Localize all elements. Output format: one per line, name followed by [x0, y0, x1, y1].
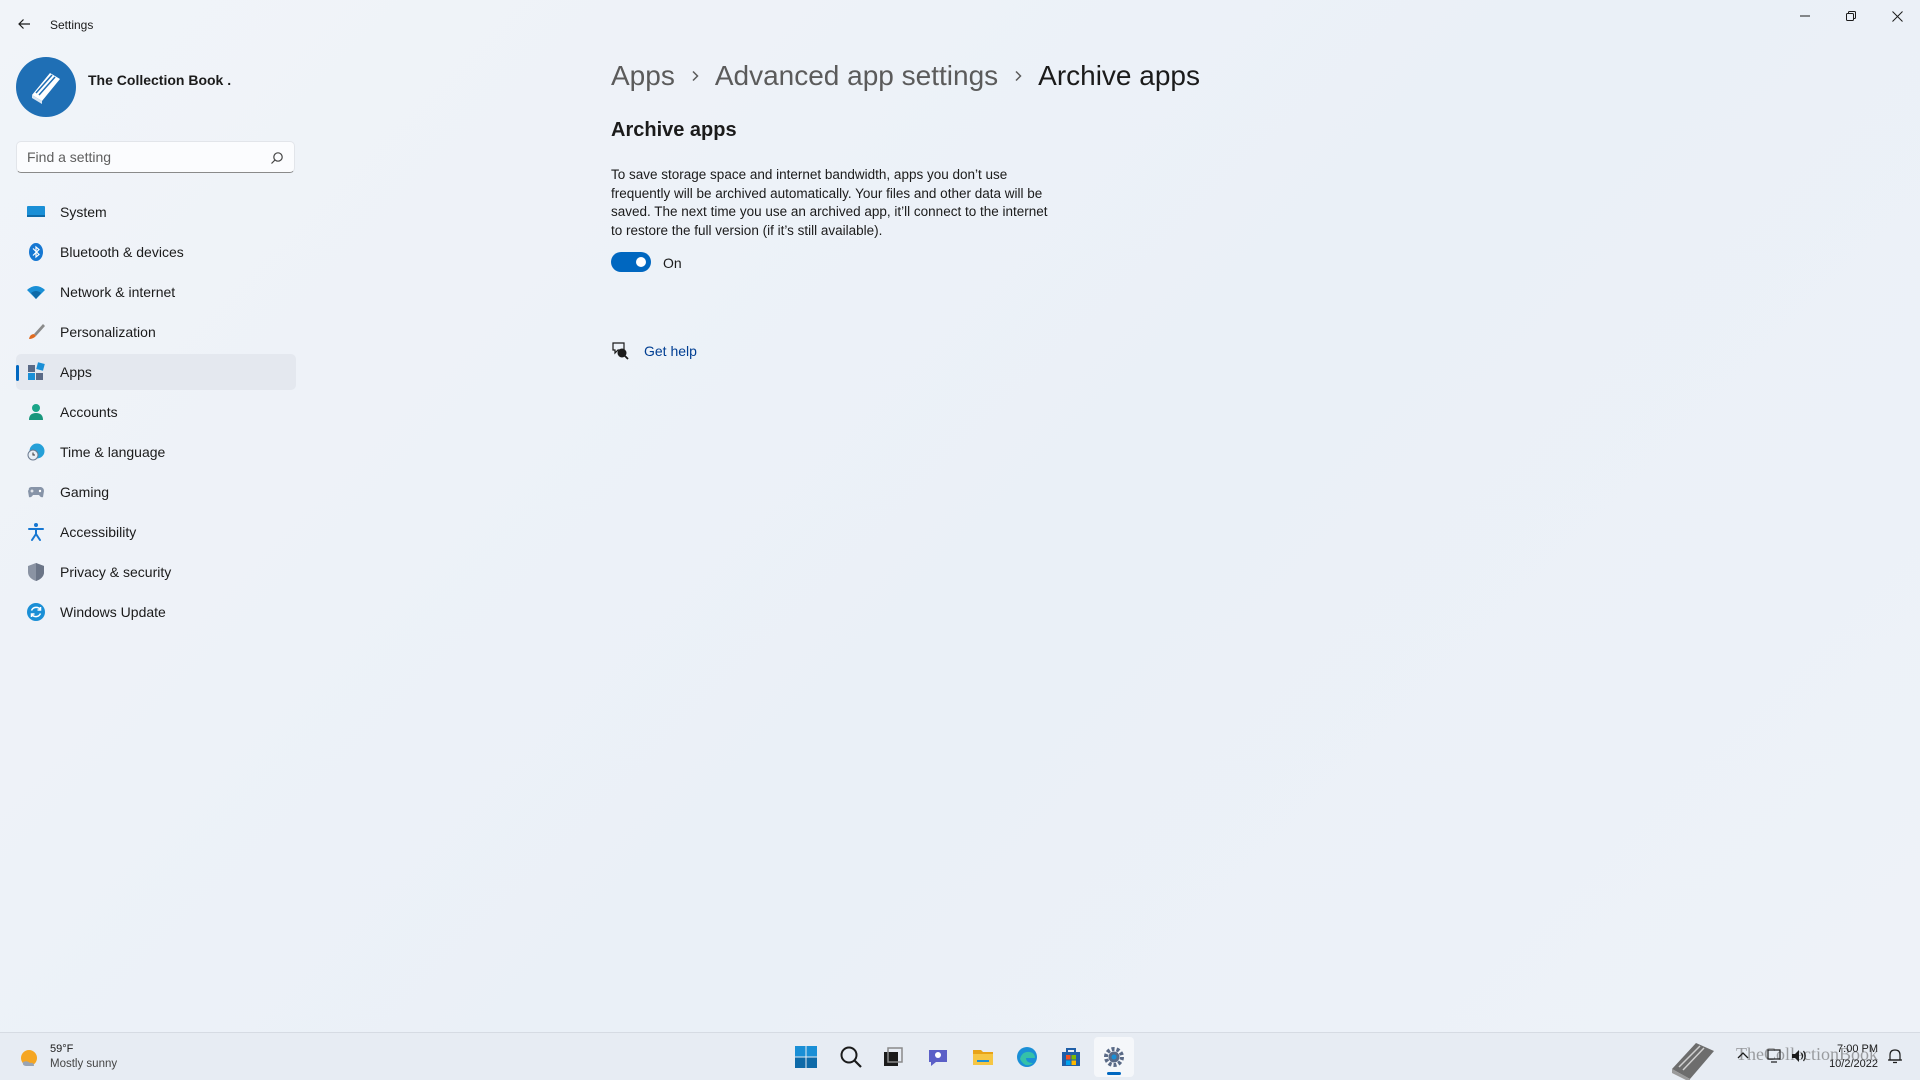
update-icon	[27, 603, 45, 621]
weather-condition: Mostly sunny	[50, 1058, 118, 1070]
weather-temp: 59°F	[50, 1043, 74, 1055]
sidebar-item-time-language[interactable]: Time & language	[16, 434, 296, 470]
chevron-right-icon	[998, 70, 1038, 82]
volume-icon[interactable]	[1790, 1047, 1808, 1065]
minimize-icon	[1800, 15, 1810, 17]
person-icon	[29, 404, 43, 420]
store-icon	[1062, 1048, 1080, 1066]
sidebar-item-apps[interactable]: Apps	[16, 354, 296, 390]
edge-icon	[1017, 1047, 1037, 1067]
avatar[interactable]	[16, 57, 76, 117]
sidebar-item-label: Accessibility	[60, 524, 137, 540]
close-icon	[1891, 10, 1903, 22]
profile-name: The Collection Book .	[88, 72, 232, 88]
file-explorer-icon	[973, 1050, 993, 1065]
start-icon	[795, 1046, 817, 1068]
sidebar-item-gaming[interactable]: Gaming	[16, 474, 296, 510]
chevron-up-icon[interactable]	[1734, 1047, 1752, 1065]
system-icon	[27, 206, 45, 217]
search-box[interactable]	[16, 141, 295, 173]
accessibility-icon	[28, 523, 44, 541]
sidebar-item-label: Apps	[60, 364, 92, 380]
get-help-icon	[612, 342, 629, 360]
chevron-right-icon	[675, 70, 715, 82]
sidebar-item-bluetooth[interactable]: Bluetooth & devices	[16, 234, 296, 270]
sidebar-item-label: Privacy & security	[60, 564, 172, 580]
section-title: Archive apps	[611, 119, 737, 141]
shield-icon	[28, 563, 44, 581]
breadcrumb-archive-apps: Archive apps	[1038, 60, 1201, 91]
gamepad-icon	[28, 487, 44, 498]
back-button[interactable]	[12, 12, 36, 36]
sidebar-item-label: Bluetooth & devices	[60, 244, 184, 260]
sidebar-item-accounts[interactable]: Accounts	[16, 394, 296, 430]
archive-apps-toggle[interactable]	[611, 252, 651, 272]
back-arrow-icon	[18, 19, 30, 29]
sidebar-item-windows-update[interactable]: Windows Update	[16, 594, 296, 630]
sidebar-item-personalization[interactable]: Personalization	[16, 314, 296, 350]
minimize-button[interactable]	[1782, 0, 1828, 32]
network-icon[interactable]	[1766, 1047, 1784, 1065]
sidebar-item-privacy[interactable]: Privacy & security	[16, 554, 296, 590]
restore-icon	[1846, 11, 1856, 21]
breadcrumb-advanced-app-settings[interactable]: Advanced app settings	[715, 60, 998, 92]
settings-icon	[1104, 1047, 1124, 1067]
sidebar-item-label: Windows Update	[60, 604, 166, 620]
app-title: Settings	[50, 18, 94, 32]
sidebar-item-label: Accounts	[60, 404, 118, 420]
toggle-knob	[636, 257, 646, 267]
chat-button[interactable]	[918, 1037, 958, 1077]
sidebar-item-label: System	[60, 204, 107, 220]
breadcrumb: Apps Advanced app settings Archive apps	[611, 56, 1200, 96]
wifi-icon	[27, 286, 45, 299]
store-button[interactable]	[1051, 1037, 1091, 1077]
breadcrumb-apps[interactable]: Apps	[611, 60, 675, 92]
close-button[interactable]	[1874, 0, 1920, 32]
search-icon	[840, 1046, 862, 1068]
sidebar-item-network[interactable]: Network & internet	[16, 274, 296, 310]
taskbar: 59°F Mostly sunny TheCollectionBook 7:00…	[0, 1032, 1920, 1080]
search-icon[interactable]	[270, 151, 284, 165]
sun-cloud-icon	[21, 1050, 37, 1066]
archive-apps-description: To save storage space and internet bandw…	[611, 167, 1048, 238]
clock-time[interactable]: 7:00 PM	[1832, 1043, 1878, 1055]
file-explorer-button[interactable]	[963, 1037, 1003, 1077]
chat-icon	[929, 1050, 947, 1066]
sidebar-item-label: Personalization	[60, 324, 156, 340]
title-bar: Settings	[0, 0, 1920, 48]
clock-globe-icon	[27, 443, 45, 461]
sidebar-nav: System Bluetooth & devices Network & int…	[16, 194, 296, 634]
settings-window: Settings The Collection Book . Find a se…	[0, 0, 1920, 1032]
clock-date[interactable]: 10/2/2022	[1820, 1058, 1878, 1070]
search-input[interactable]	[27, 142, 257, 172]
bluetooth-icon	[29, 243, 43, 261]
sidebar-item-label: Network & internet	[60, 284, 176, 300]
sidebar-item-label: Time & language	[60, 444, 166, 460]
start-button[interactable]	[786, 1037, 826, 1077]
book-watermark-icon	[1672, 1043, 1714, 1080]
settings-taskbar-button[interactable]	[1094, 1037, 1134, 1077]
notification-icon[interactable]	[1886, 1047, 1904, 1065]
restore-button[interactable]	[1828, 0, 1874, 32]
task-view-button[interactable]	[873, 1037, 913, 1077]
sidebar-item-system[interactable]: System	[16, 194, 296, 230]
get-help-link[interactable]: Get help	[644, 343, 697, 359]
apps-icon	[28, 362, 45, 380]
sidebar-item-accessibility[interactable]: Accessibility	[16, 514, 296, 550]
book-logo-icon	[32, 73, 60, 104]
brush-icon	[29, 324, 45, 339]
edge-button[interactable]	[1007, 1037, 1047, 1077]
sidebar-item-label: Gaming	[60, 484, 110, 500]
toggle-state-label: On	[663, 255, 682, 271]
task-view-icon	[884, 1047, 903, 1066]
taskbar-search-button[interactable]	[831, 1037, 871, 1077]
